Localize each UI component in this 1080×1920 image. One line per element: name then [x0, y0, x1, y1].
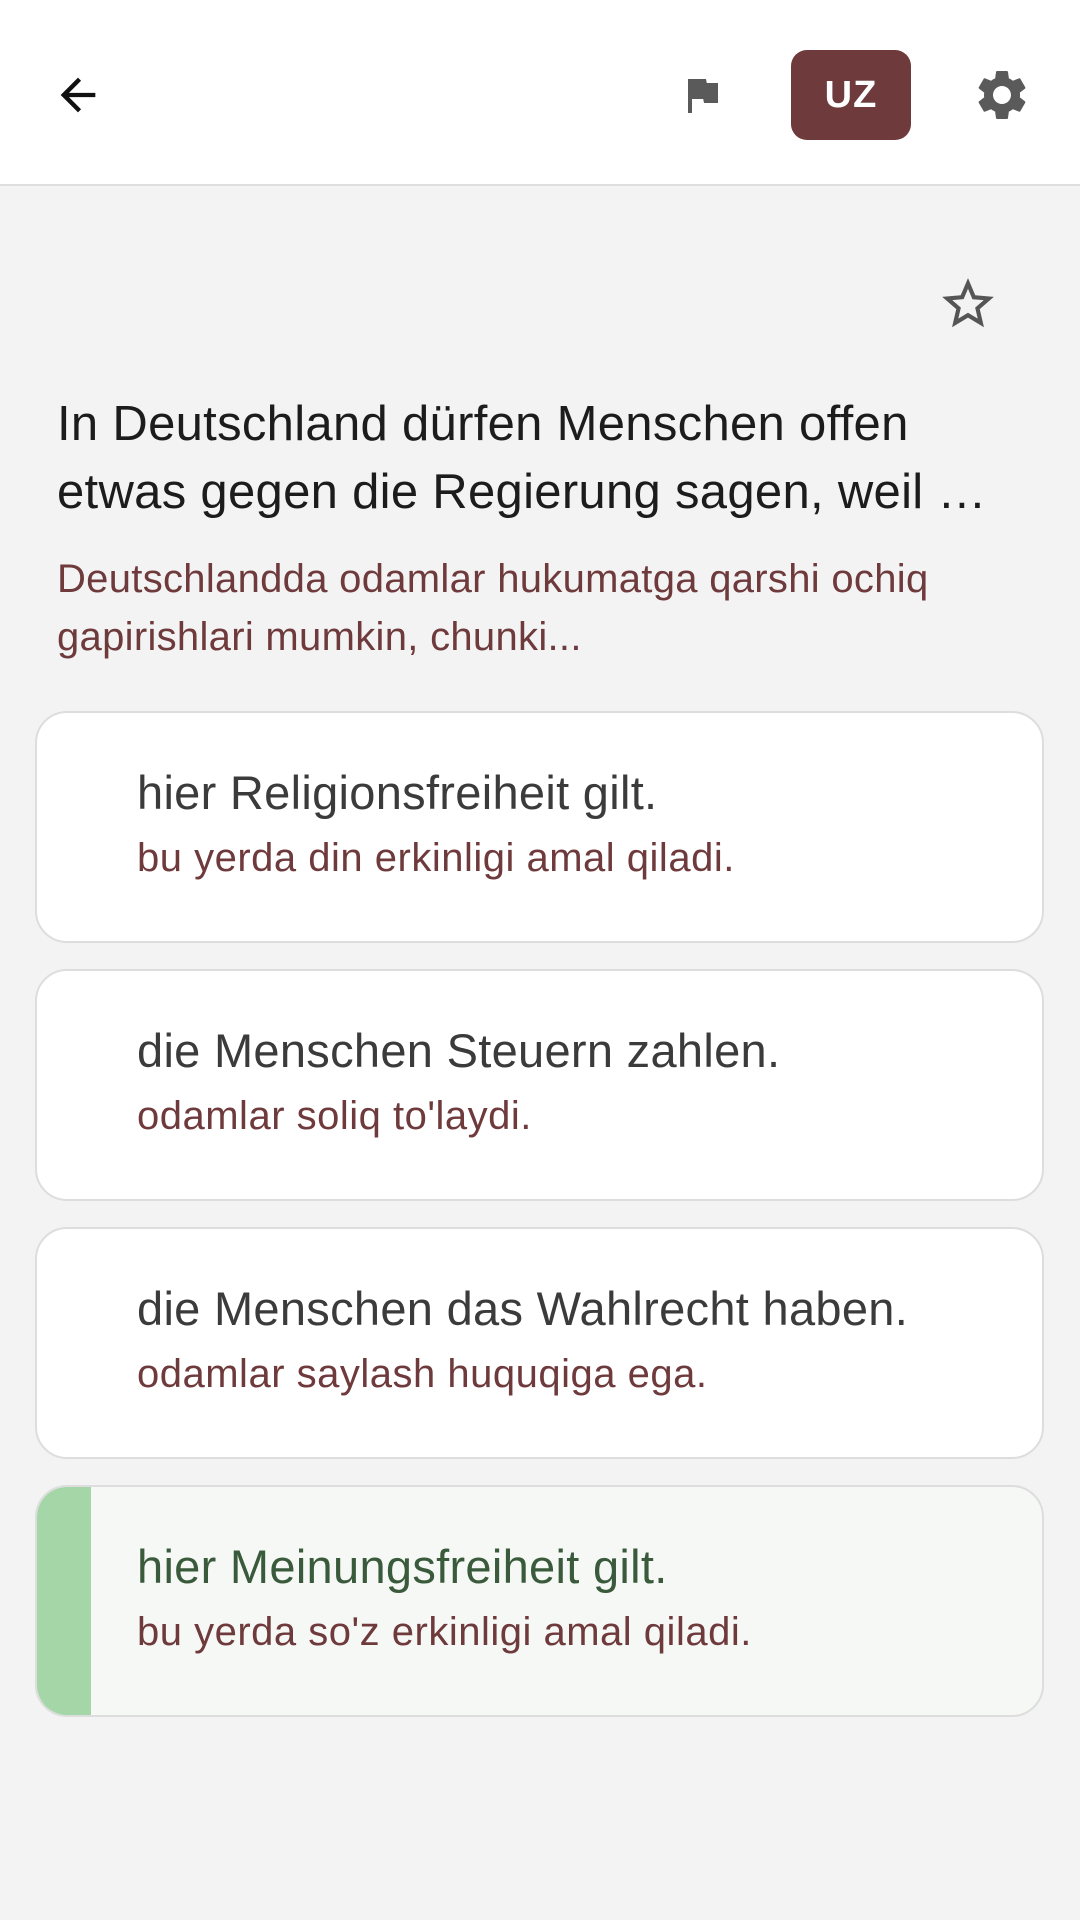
correct-indicator-bar	[37, 1487, 91, 1715]
answer-option-4-correct[interactable]: hier Meinungsfreiheit gilt. bu yerda so'…	[35, 1485, 1044, 1717]
favorite-button[interactable]	[928, 264, 1008, 344]
question-translation: Deutschlandda odamlar hukumatga qarshi o…	[57, 557, 929, 659]
option-text: hier Religionsfreiheit gilt.	[137, 766, 658, 819]
option-translation: bu yerda so'z erkinligi amal qiladi.	[137, 1610, 752, 1654]
star-outline-icon	[942, 278, 994, 328]
language-toggle-button[interactable]: UZ	[791, 50, 911, 140]
report-flag-button[interactable]	[662, 55, 742, 135]
settings-button[interactable]	[962, 55, 1042, 135]
option-text: hier Meinungsfreiheit gilt.	[137, 1540, 668, 1593]
answer-option-2[interactable]: die Menschen Steuern zahlen. odamlar sol…	[35, 969, 1044, 1201]
flag-icon	[688, 79, 718, 113]
option-translation: odamlar saylash huquqiga ega.	[137, 1352, 708, 1396]
question-text: In Deutschland dürfen Menschen offen etw…	[57, 397, 987, 519]
option-translation: bu yerda din erkinligi amal qiladi.	[137, 836, 735, 880]
arrow-left-icon	[60, 77, 96, 113]
option-text: die Menschen Steuern zahlen.	[137, 1024, 781, 1077]
option-translation: odamlar soliq to'laydi.	[137, 1094, 532, 1138]
answer-option-3[interactable]: die Menschen das Wahlrecht haben. odamla…	[35, 1227, 1044, 1459]
app-bar: UZ	[0, 0, 1080, 186]
back-button[interactable]	[38, 55, 118, 135]
gear-icon	[978, 70, 1026, 119]
option-text: die Menschen das Wahlrecht haben.	[137, 1282, 909, 1335]
answer-option-1[interactable]: hier Religionsfreiheit gilt. bu yerda di…	[35, 711, 1044, 943]
language-label: UZ	[824, 73, 878, 116]
